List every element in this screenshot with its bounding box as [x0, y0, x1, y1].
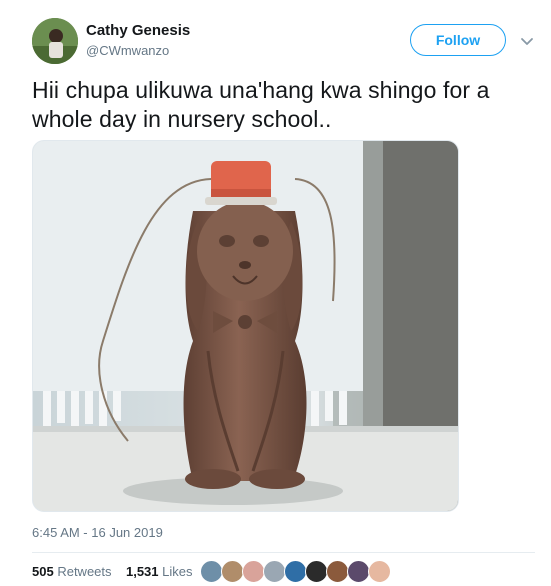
liker-avatar[interactable] — [263, 560, 286, 583]
avatar[interactable] — [32, 18, 78, 64]
liker-avatar[interactable] — [242, 560, 265, 583]
liker-avatar[interactable] — [305, 560, 328, 583]
tweet-text: Hii chupa ulikuwa una'hang kwa shingo fo… — [32, 77, 490, 132]
liker-avatar[interactable] — [347, 560, 370, 583]
retweets-label: Retweets — [57, 564, 112, 579]
liker-avatar[interactable] — [200, 560, 223, 583]
retweets-stat[interactable]: 505 Retweets — [32, 564, 112, 579]
follow-button[interactable]: Follow — [410, 24, 506, 56]
liker-avatar[interactable] — [221, 560, 244, 583]
tweet-timestamp[interactable]: 6:45 AM - 16 Jun 2019 — [32, 525, 163, 540]
user-name[interactable]: Cathy Genesis — [86, 22, 190, 39]
chevron-down-icon[interactable] — [520, 34, 534, 48]
divider — [32, 552, 535, 553]
likes-count: 1,531 — [125, 564, 159, 579]
likes-label: Likes — [162, 564, 193, 579]
likers-avatars[interactable] — [200, 560, 391, 584]
liker-avatar[interactable] — [326, 560, 349, 583]
user-handle[interactable]: @CWmwanzo — [86, 43, 169, 58]
liker-avatar[interactable] — [284, 560, 307, 583]
likes-stat[interactable]: 1,531 Likes — [126, 564, 193, 579]
retweets-count: 505 — [32, 564, 54, 579]
tweet-photo[interactable] — [32, 140, 459, 512]
tweet-stats: 505 Retweets 1,531 Likes — [32, 564, 193, 579]
liker-avatar[interactable] — [368, 560, 391, 583]
